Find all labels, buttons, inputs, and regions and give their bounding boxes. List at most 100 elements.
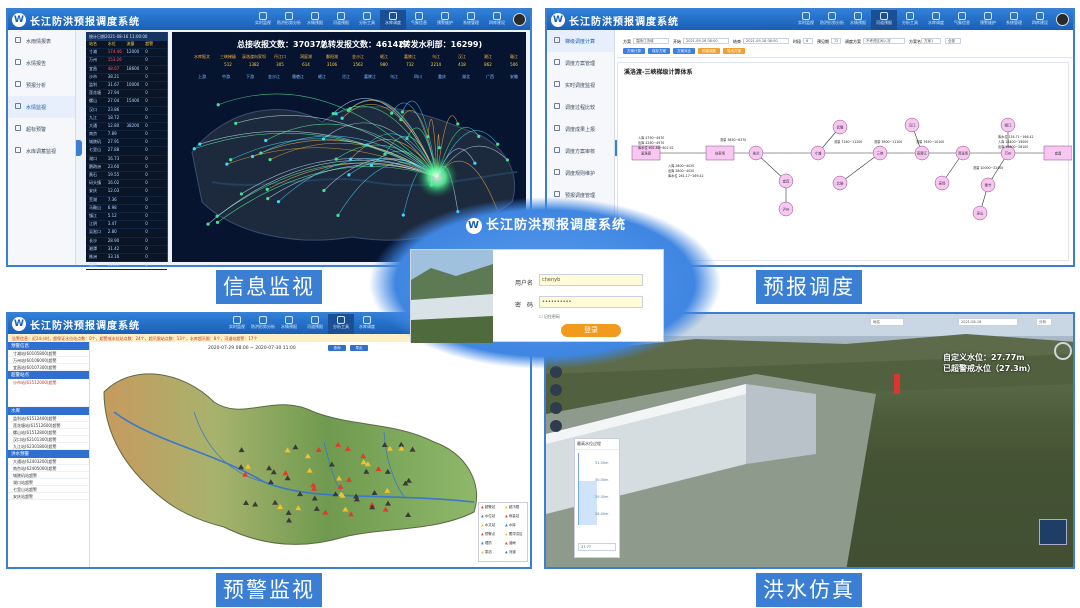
station-dot[interactable]	[477, 134, 481, 138]
table-row[interactable]: 镇江 5.12 0	[86, 213, 167, 222]
section-header[interactable]: 水库	[8, 407, 89, 415]
station-dot[interactable]	[334, 112, 338, 116]
station-dot[interactable]	[399, 118, 403, 122]
table-row[interactable]: 沙市 38.21 0	[86, 74, 167, 82]
nav-item[interactable]: 水情预报	[276, 314, 302, 334]
compass-icon[interactable]	[1054, 342, 1072, 360]
table-row[interactable]: 螺山 27.04 15400 0	[86, 98, 167, 107]
station-dot[interactable]	[215, 220, 220, 225]
station-dot[interactable]	[349, 157, 353, 161]
sidebar-item-active[interactable]: 梯级调度计算	[547, 30, 614, 52]
measure-icon[interactable]	[550, 402, 562, 414]
sidebar-item[interactable]: 超标预警	[8, 118, 75, 140]
nav-item[interactable]: 实时监视	[793, 10, 819, 30]
list-item[interactable]: 安庆站超警	[8, 493, 89, 500]
sidebar-item[interactable]: 预报分析	[8, 74, 75, 96]
settings-icon[interactable]	[550, 420, 562, 432]
sidebar-item[interactable]: 预报调度管理	[547, 184, 614, 206]
nav-item[interactable]: 防洪形势分析	[819, 10, 845, 30]
nav-item[interactable]: 河道预报	[302, 314, 328, 334]
nav-item[interactable]: 水库调度	[923, 10, 949, 30]
table-row[interactable]: 安庆 12.03 0	[86, 188, 167, 197]
nav-item-active[interactable]: 水库调度	[380, 10, 406, 30]
station-dot[interactable]	[239, 192, 244, 196]
sidebar-item[interactable]: 实时调度监视	[547, 74, 614, 96]
sidebar-item[interactable]: 调度方案审核	[547, 140, 614, 162]
lead-time-input[interactable]: 72	[831, 38, 841, 44]
nav-item[interactable]: 水库调度	[354, 314, 380, 334]
analyze-button[interactable]: 分析	[1036, 318, 1052, 326]
sidebar-item[interactable]: 调度规则维护	[547, 162, 614, 184]
sidebar-item[interactable]: 调度成果上报	[547, 118, 614, 140]
station-dot[interactable]	[383, 152, 387, 156]
home-icon[interactable]	[550, 366, 562, 378]
nav-item[interactable]: 系统管理	[458, 10, 484, 30]
station-dot[interactable]	[215, 214, 219, 218]
table-row[interactable]: 吴淞口 2.80 0	[86, 229, 167, 238]
query-button[interactable]: 查询	[328, 345, 346, 351]
list-item[interactable]: 南京站(62405000)超警	[8, 465, 89, 472]
list-item[interactable]: 螺山站(61512800)超警	[8, 429, 89, 436]
station-dot[interactable]	[347, 173, 351, 177]
station-dot[interactable]	[400, 110, 404, 114]
filter-select[interactable]: 全部	[945, 38, 961, 44]
basin-select[interactable]: 嘉陵江流域	[633, 38, 669, 44]
list-item[interactable]: 宜昌站(60107300)超警	[8, 364, 89, 371]
calc-button[interactable]: 方案计算	[623, 48, 645, 54]
table-row[interactable]: 鹦鹉洲 23.60 0	[86, 164, 167, 172]
export-button[interactable]: 导出方案	[723, 48, 745, 54]
section-header[interactable]: 超警站点	[8, 371, 89, 379]
station-dot[interactable]	[264, 138, 268, 143]
user-avatar[interactable]	[513, 13, 526, 26]
station-dot[interactable]	[216, 103, 220, 107]
table-row[interactable]: 七里山 27.88 0	[86, 147, 167, 156]
scheme-name-input[interactable]: 方案1	[921, 38, 941, 44]
table-row[interactable]: 大通 12.80 38200 0	[86, 123, 167, 132]
place-search-input[interactable]: 地名	[870, 318, 904, 326]
station-dot[interactable]	[334, 157, 338, 161]
list-item[interactable]: 沙市站(61512000)超警	[8, 379, 89, 407]
nav-item[interactable]: 水情预报	[302, 10, 328, 30]
nav-item[interactable]: 气象信息	[406, 10, 432, 30]
table-row[interactable]: 株洲 33.16 0	[86, 254, 167, 263]
nav-item[interactable]: 防洪形势分析	[276, 10, 302, 30]
list-item[interactable]: 寸滩站(60105800)超警	[8, 350, 89, 357]
end-time-input[interactable]: 2021-09-18 08:00	[743, 38, 789, 44]
nav-item-active[interactable]: 河道预报	[871, 10, 897, 30]
nav-item[interactable]: 实时监视	[224, 314, 250, 334]
station-dot[interactable]	[259, 151, 263, 155]
nav-item[interactable]: 四库建设	[1027, 10, 1053, 30]
station-dot[interactable]	[401, 213, 405, 217]
sidebar-item[interactable]: 调度方案管理	[547, 52, 614, 74]
table-row[interactable]: 汉口 23.86 0	[86, 107, 167, 115]
station-dot[interactable]	[437, 146, 441, 150]
sidebar-item[interactable]: 水情报告	[8, 52, 75, 74]
station-dot[interactable]	[265, 187, 269, 191]
station-dot[interactable]	[225, 162, 229, 166]
station-dot[interactable]	[369, 163, 373, 167]
table-row[interactable]: 宜昌 48.67 18600 0	[86, 66, 167, 74]
section-header[interactable]: 预警信息	[8, 342, 89, 350]
nav-item[interactable]: 分析工具	[897, 10, 923, 30]
station-dot[interactable]	[321, 137, 326, 141]
password-input[interactable]: ••••••••••	[539, 296, 643, 308]
nav-item[interactable]: 系统管理	[1001, 10, 1027, 30]
nav-item[interactable]: 河道预报	[328, 10, 354, 30]
collapse-handle[interactable]	[76, 140, 82, 156]
user-avatar[interactable]	[1056, 13, 1069, 26]
station-dot[interactable]	[365, 143, 369, 147]
export-button[interactable]: 导出	[350, 345, 368, 351]
station-dot[interactable]	[322, 188, 326, 193]
station-dot[interactable]	[276, 200, 281, 204]
list-item[interactable]: 汉口站(62101300)超警	[8, 436, 89, 443]
station-dot[interactable]	[456, 210, 460, 214]
compare-button[interactable]: 方案对比	[673, 48, 695, 54]
start-time-input[interactable]: 2021-09-16 08:00	[683, 38, 729, 44]
station-dot[interactable]	[198, 142, 202, 146]
list-item[interactable]: 莲花塘站(61512600)超警	[8, 422, 89, 429]
list-item[interactable]: 城陵矶站超警	[8, 472, 89, 479]
station-dot[interactable]	[340, 116, 344, 120]
station-dot[interactable]	[234, 121, 238, 125]
table-row[interactable]: 码头镇 16.02 0	[86, 180, 167, 189]
station-dot[interactable]	[390, 111, 394, 115]
